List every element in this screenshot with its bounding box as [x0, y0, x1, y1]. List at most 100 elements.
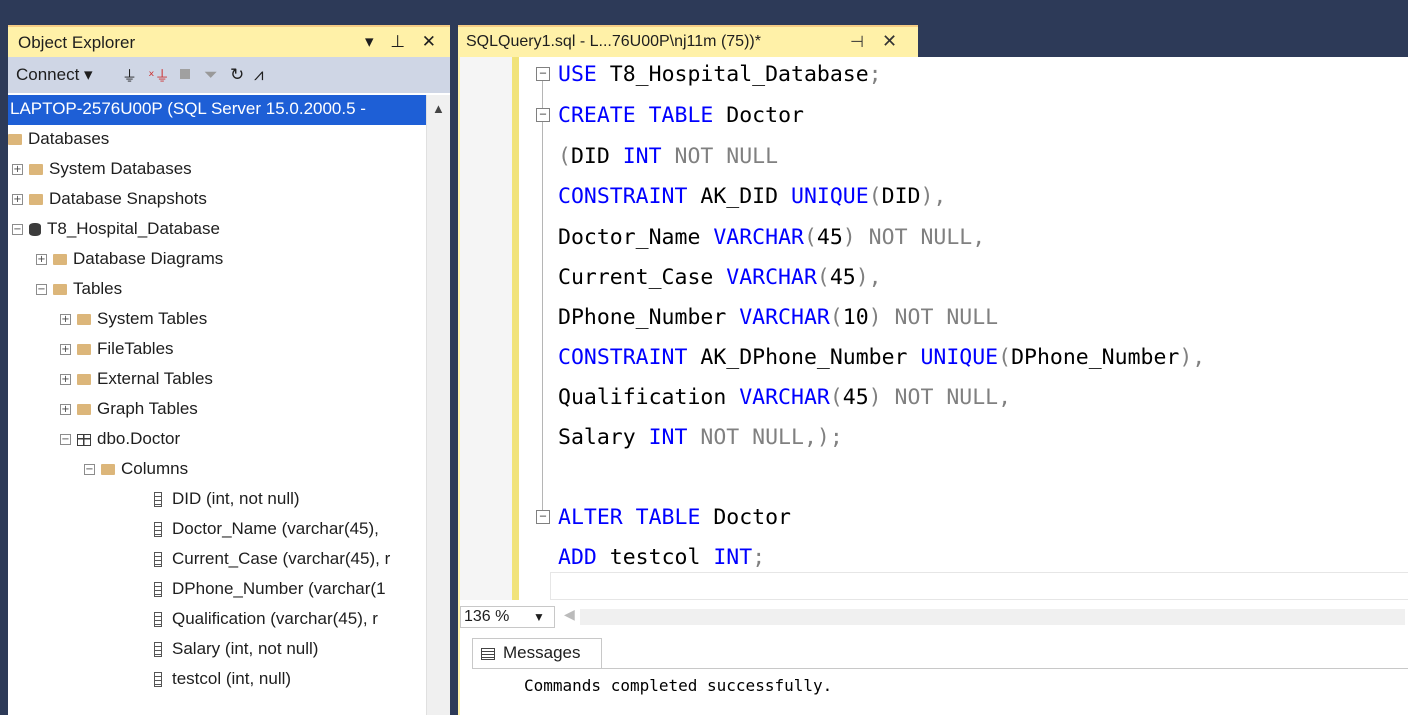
sql-keyword: VARCHAR [739, 385, 830, 410]
table-icon [77, 433, 91, 446]
connect-button[interactable]: Connect ▾ [16, 65, 93, 85]
tree-node-system-databases[interactable]: + System Databases [12, 155, 192, 185]
tree-node-system-tables[interactable]: + System Tables [60, 305, 207, 335]
code-line: USE T8_Hospital_Database; [558, 59, 882, 90]
fold-collapse-icon[interactable]: − [536, 510, 550, 524]
sql-keyword: INT [622, 144, 662, 169]
horizontal-scrollbar[interactable] [580, 609, 1405, 625]
tree-node-doctor-table[interactable]: − dbo.Doctor [60, 425, 180, 455]
node-label: External Tables [97, 369, 213, 388]
folder-icon [77, 404, 91, 416]
query-editor[interactable]: − − − USE T8_Hospital_Database; CREATE T… [458, 57, 1408, 600]
scroll-left-icon[interactable]: ◀ [564, 606, 575, 623]
sql-keyword-gray: NOT NULL,); [687, 425, 843, 450]
node-label: Database Diagrams [73, 249, 224, 268]
tree-node-column[interactable]: Qualification (varchar(45), r [154, 605, 378, 635]
panel-window-buttons[interactable]: ▾ ⊥ ✕ [365, 32, 442, 52]
outline-guide [542, 67, 544, 517]
tree-node-columns[interactable]: − Columns [84, 455, 188, 485]
tree-node-column[interactable]: Salary (int, not null) [154, 635, 318, 665]
sql-identifier: Salary [558, 425, 649, 450]
folder-icon [77, 344, 91, 356]
sql-identifier: DID [881, 184, 921, 209]
expand-icon[interactable]: + [60, 344, 71, 356]
activity-monitor-icon[interactable]: ⩘ [254, 65, 264, 85]
sql-keyword: UNIQUE [920, 345, 999, 370]
tree-node-database-snapshots[interactable]: + Database Snapshots [12, 185, 207, 215]
tree-node-graph-tables[interactable]: + Graph Tables [60, 395, 198, 425]
chevron-down-icon[interactable]: ▼ [533, 607, 545, 627]
tab-sqlquery1[interactable]: SQLQuery1.sql - L...76U00P\nj11m (75))* … [458, 25, 918, 57]
sql-identifier: Current_Case [558, 265, 727, 290]
fold-collapse-icon[interactable]: − [536, 67, 550, 81]
tree-node-databases[interactable]: Databases [8, 125, 109, 155]
document-tab-bar: SQLQuery1.sql - L...76U00P\nj11m (75))* … [458, 25, 1408, 57]
sql-keyword-gray: NOT NULL [661, 144, 779, 169]
tree-node-external-tables[interactable]: + External Tables [60, 365, 213, 395]
sql-identifier: DPhone_Number [558, 305, 740, 330]
tree-node-database-diagrams[interactable]: + Database Diagrams [36, 245, 223, 275]
scroll-up-icon[interactable]: ▲ [432, 101, 445, 116]
sql-identifier: Doctor [700, 505, 791, 530]
tree-node-filetables[interactable]: + FileTables [60, 335, 174, 365]
code-line: (DID INT NOT NULL [558, 141, 778, 172]
expand-icon[interactable]: + [36, 254, 47, 266]
sql-keyword: INT [648, 425, 688, 450]
tree-node-column[interactable]: testcol (int, null) [154, 665, 291, 695]
column-icon [154, 642, 162, 658]
code-line: Qualification VARCHAR(45) NOT NULL, [558, 382, 1011, 413]
plug-icon[interactable]: ⏚ [122, 65, 137, 86]
tree-node-server[interactable]: LAPTOP-2576U00P (SQL Server 15.0.2000.5 … [8, 95, 426, 125]
sql-keyword-gray: ) NOT NULL, [842, 225, 986, 250]
collapse-icon[interactable]: − [12, 224, 23, 236]
node-label: Salary (int, not null) [172, 639, 319, 658]
tree-vertical-scrollbar[interactable]: ▲ [426, 95, 450, 715]
tree-node-tables[interactable]: − Tables [36, 275, 122, 305]
sql-keyword: UNIQUE [791, 184, 869, 209]
tree-node-column[interactable]: Current_Case (varchar(45), r [154, 545, 390, 575]
server-label: LAPTOP-2576U00P (SQL Server 15.0.2000.5 … [10, 99, 366, 118]
sql-keyword: ADD [558, 545, 597, 570]
node-label: Tables [73, 279, 123, 298]
expand-icon[interactable]: + [60, 404, 71, 416]
sql-punctuation: ( [829, 305, 843, 330]
refresh-icon[interactable]: ↻ [230, 65, 244, 85]
fold-collapse-icon[interactable]: − [536, 108, 550, 122]
collapse-icon[interactable]: − [84, 464, 95, 476]
collapse-icon[interactable]: − [36, 284, 47, 296]
sql-punctuation: ; [752, 545, 766, 570]
expand-icon[interactable]: + [12, 164, 23, 176]
result-message: Commands completed successfully. [524, 676, 833, 695]
expand-icon[interactable]: + [60, 374, 71, 386]
pin-icon[interactable]: ⊣ [850, 32, 864, 52]
node-label: FileTables [97, 339, 174, 358]
sql-punctuation: ( [816, 265, 830, 290]
column-icon [154, 552, 162, 568]
collapse-icon[interactable]: − [60, 434, 71, 446]
tree-node-column[interactable]: Doctor_Name (varchar(45), [154, 515, 379, 545]
node-label: testcol (int, null) [172, 669, 292, 688]
node-label: Doctor_Name (varchar(45), [172, 519, 379, 538]
sql-punctuation: ( [998, 345, 1012, 370]
tree-node-column[interactable]: DID (int, not null) [154, 485, 300, 515]
code-line: Salary INT NOT NULL,); [558, 422, 843, 453]
change-tracking-bar [512, 57, 519, 600]
editor-margin [460, 57, 512, 600]
tree-node-hospital-database[interactable]: − T8_Hospital_Database [12, 215, 220, 245]
close-icon[interactable]: ✕ [882, 31, 897, 52]
column-icon [154, 612, 162, 628]
object-explorer-toolbar: Connect ▾ ⏚ ˣ⏚ ⏷ ↻ ⩘ [8, 57, 450, 93]
expand-icon[interactable]: + [60, 314, 71, 326]
folder-icon [101, 464, 115, 476]
stop-icon[interactable] [180, 69, 190, 79]
sql-identifier: Doctor_Name [558, 225, 714, 250]
tab-messages[interactable]: Messages [472, 638, 602, 668]
folder-icon [77, 314, 91, 326]
tree-node-column[interactable]: DPhone_Number (varchar(1 [154, 575, 386, 605]
unplug-icon[interactable]: ˣ⏚ [148, 65, 170, 86]
sql-punctuation: ), [920, 184, 947, 209]
zoom-select[interactable]: 136 % ▼ [460, 606, 555, 628]
sql-number: 45 [816, 225, 843, 250]
filter-icon[interactable]: ⏷ [204, 65, 218, 85]
expand-icon[interactable]: + [12, 194, 23, 206]
